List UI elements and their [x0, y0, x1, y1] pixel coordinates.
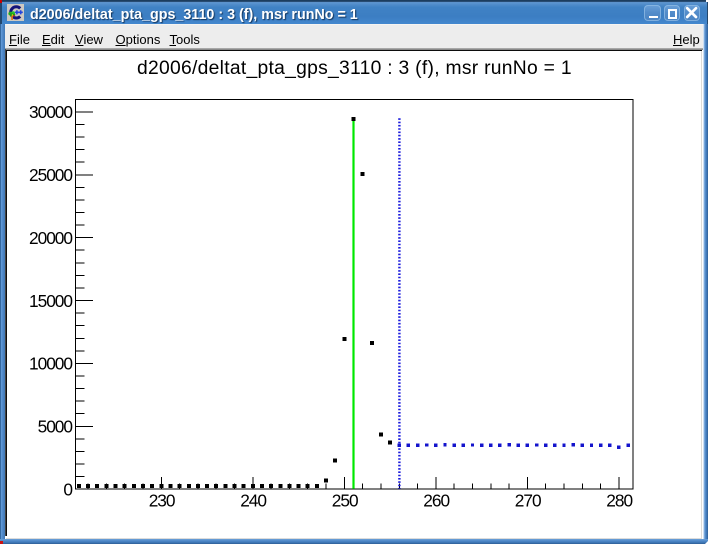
svg-text:d2006/deltat_pta_gps_3110 : 3: d2006/deltat_pta_gps_3110 : 3 (f), msr r… — [137, 58, 572, 79]
svg-text:260: 260 — [423, 490, 450, 510]
svg-text:20000: 20000 — [29, 228, 73, 248]
svg-text:15000: 15000 — [29, 291, 73, 311]
svg-text:25000: 25000 — [29, 165, 73, 185]
svg-text:5000: 5000 — [38, 417, 73, 437]
svg-text:230: 230 — [149, 490, 176, 510]
svg-text:10000: 10000 — [29, 354, 73, 374]
svg-text:280: 280 — [606, 490, 633, 510]
svg-text:30000: 30000 — [29, 102, 73, 122]
svg-text:240: 240 — [240, 490, 267, 510]
svg-text:0: 0 — [63, 480, 73, 500]
svg-text:250: 250 — [332, 490, 359, 510]
svg-text:270: 270 — [515, 490, 542, 510]
